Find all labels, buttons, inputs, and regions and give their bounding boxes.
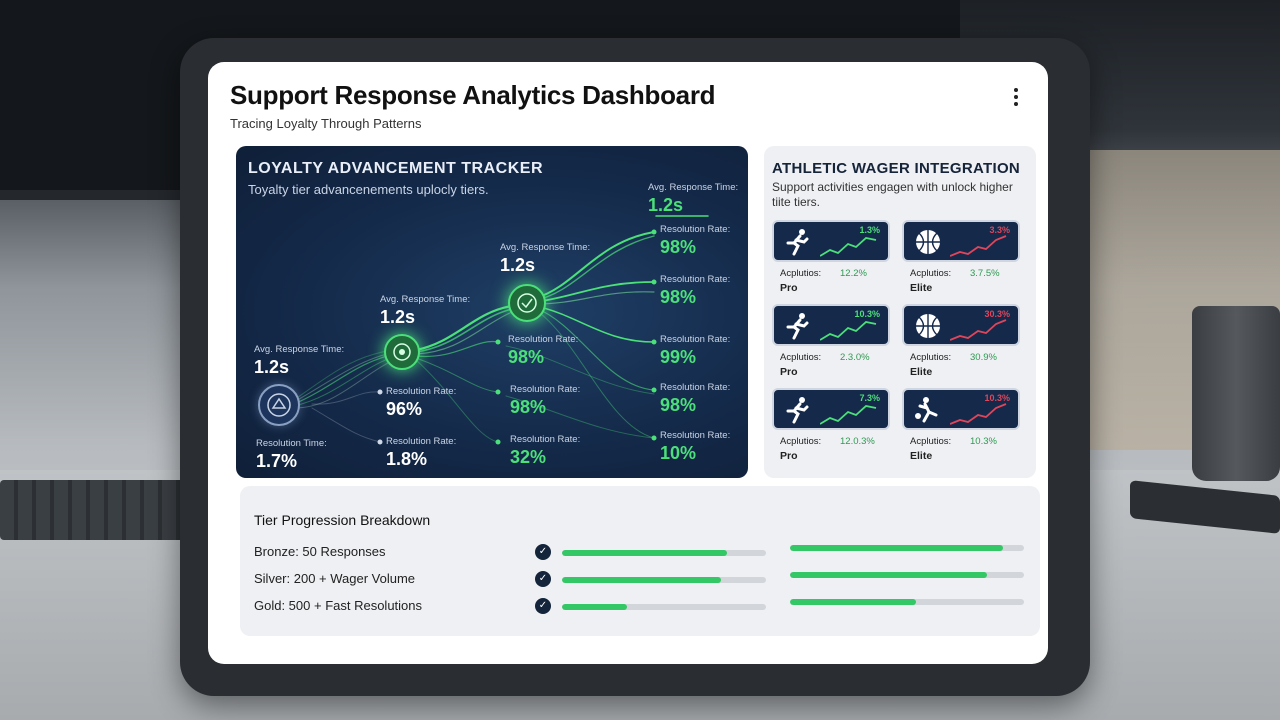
loyalty-tracker-panel: LOYALTY ADVANCEMENT TRACKER Toyalty tier… (236, 146, 748, 478)
meta-key: Acplutios: (780, 436, 822, 447)
metric-resolution-rate-stage4a: Resolution Rate: 98% (660, 224, 731, 257)
meta-key: Acplutios: (780, 352, 822, 363)
meta-tier: Pro (780, 282, 798, 294)
background-mug (1192, 306, 1280, 481)
tier-progress-fill (790, 545, 1003, 551)
tier-progress-fill (562, 604, 628, 610)
meta-value: 30.9% (970, 352, 997, 363)
tracker-start-node[interactable] (258, 384, 300, 426)
tier-progression-title: Tier Progression Breakdown (254, 512, 431, 528)
metric-resolution-rate-stage4b: Resolution Rate: 98% (660, 274, 731, 307)
tier-progress-bar (562, 604, 766, 610)
page-subtitle: Tracing Loyalty Through Patterns (230, 116, 422, 131)
metric-resolution-rate-stage3c: Resolution Rate: 32% (510, 434, 581, 467)
metric-resolution-rate-stage2b: Resolution Rate: 1.8% (386, 436, 457, 469)
meta-key: Acplutios: (910, 352, 952, 363)
meta-key: Acplutios: (910, 268, 952, 279)
meta-key: Acplutios: (910, 436, 952, 447)
wager-card[interactable]: 10.3% (772, 304, 890, 346)
wager-card-meta: Acplutios: 12.2% Pro (780, 268, 867, 294)
basketball-icon (916, 230, 940, 254)
sparkline-icon (950, 403, 1007, 425)
meta-value: 3.7.5% (970, 268, 1000, 279)
tracker-stage3-node[interactable] (508, 284, 546, 322)
tier-progress-fill (562, 550, 728, 556)
meta-tier: Elite (910, 366, 933, 378)
metric-resolution-rate-stage4d: Resolution Rate: 98% (660, 382, 731, 415)
tier-row-label: Silver: 200 + Wager Volume (254, 571, 416, 586)
sparkline-icon (820, 321, 877, 341)
athletic-wager-panel: ATHLETIC WAGER INTEGRATION Support activ… (764, 146, 1036, 478)
metric-avg-response-stage3: Avg. Response Time: 1.2s (500, 242, 591, 275)
wager-card-meta: Acplutios: 30.9% Elite (910, 352, 997, 378)
page-title: Support Response Analytics Dashboard (230, 80, 716, 110)
tier-progress-fill (790, 599, 917, 605)
tier-progress-fill (562, 577, 722, 583)
wager-card-meta: Acplutios: 3.7.5% Elite (910, 268, 1000, 294)
metric-resolution-rate-stage2a: Resolution Rate: 96% (386, 386, 457, 419)
tracker-stage2-node[interactable] (384, 334, 420, 370)
wager-card-meta: Acplutios: 12.0.3% Pro (780, 436, 875, 462)
metric-resolution-time-start: Resolution Time: 1.7% (256, 438, 327, 471)
soccer-player-icon (915, 397, 938, 423)
metric-resolution-rate-stage3b: Resolution Rate: 98% (510, 384, 581, 417)
wager-card[interactable]: 30.3% (902, 304, 1020, 346)
wager-card[interactable]: 3.3% (902, 220, 1020, 262)
runner-icon (786, 313, 809, 340)
runner-icon (786, 397, 809, 424)
meta-value: 10.3% (970, 436, 997, 447)
check-circle-icon[interactable]: ✓ (535, 544, 551, 560)
check-circle-icon[interactable]: ✓ (535, 598, 551, 614)
meta-tier: Elite (910, 450, 933, 462)
wager-card[interactable]: 7.3% (772, 388, 890, 430)
tier-progress-bar (790, 572, 1024, 578)
tier-progress-bar (790, 545, 1024, 551)
meta-value: 2.3.0% (840, 352, 870, 363)
tier-progress-bar (562, 550, 766, 556)
metric-resolution-rate-stage3a: Resolution Rate: 98% (508, 334, 579, 367)
more-vertical-icon[interactable] (1006, 84, 1026, 110)
metric-avg-response-stage2: Avg. Response Time: 1.2s (380, 294, 471, 327)
basketball-icon (916, 314, 940, 338)
athletic-description: Support activities engagen with unlock h… (772, 180, 1013, 209)
sparkline-icon (950, 235, 1007, 257)
sparkline-icon (950, 319, 1007, 341)
tier-row-label: Gold: 500 + Fast Resolutions (254, 598, 423, 613)
check-circle-icon[interactable]: ✓ (535, 571, 551, 587)
tier-progression-panel: Tier Progression Breakdown Bronze: 50 Re… (240, 486, 1040, 636)
sparkline-icon (820, 237, 877, 257)
wager-card[interactable]: 1.3% (772, 220, 890, 262)
meta-key: Acplutios: (780, 268, 822, 279)
wager-card-meta: Acplutios: 2.3.0% Pro (780, 352, 870, 378)
background-keyboard (0, 480, 190, 540)
metric-resolution-rate-stage4c: Resolution Rate: 99% (660, 334, 731, 367)
tier-progress-bar (562, 577, 766, 583)
runner-icon (786, 229, 809, 256)
meta-tier: Pro (780, 450, 798, 462)
metric-avg-response-stage4: Avg. Response Time: 1.2s (648, 182, 739, 215)
tier-progress-fill (790, 572, 987, 578)
wager-card[interactable]: 10.3% (902, 388, 1020, 430)
sparkline-icon (820, 405, 877, 425)
tier-progress-bar (790, 599, 1024, 605)
meta-value: 12.2% (840, 268, 867, 279)
athletic-title: ATHLETIC WAGER INTEGRATION (772, 160, 1021, 177)
meta-tier: Pro (780, 366, 798, 378)
tier-row-label: Bronze: 50 Responses (254, 544, 386, 559)
meta-value: 12.0.3% (840, 436, 875, 447)
meta-tier: Elite (910, 282, 933, 294)
wager-card-meta: Acplutios: 10.3% Elite (910, 436, 997, 462)
metric-resolution-rate-stage4e: Resolution Rate: 10% (660, 430, 731, 463)
dashboard-screen: Support Response Analytics Dashboard Tra… (208, 62, 1048, 664)
metric-avg-response-start: Avg. Response Time: 1.2s (254, 344, 345, 377)
